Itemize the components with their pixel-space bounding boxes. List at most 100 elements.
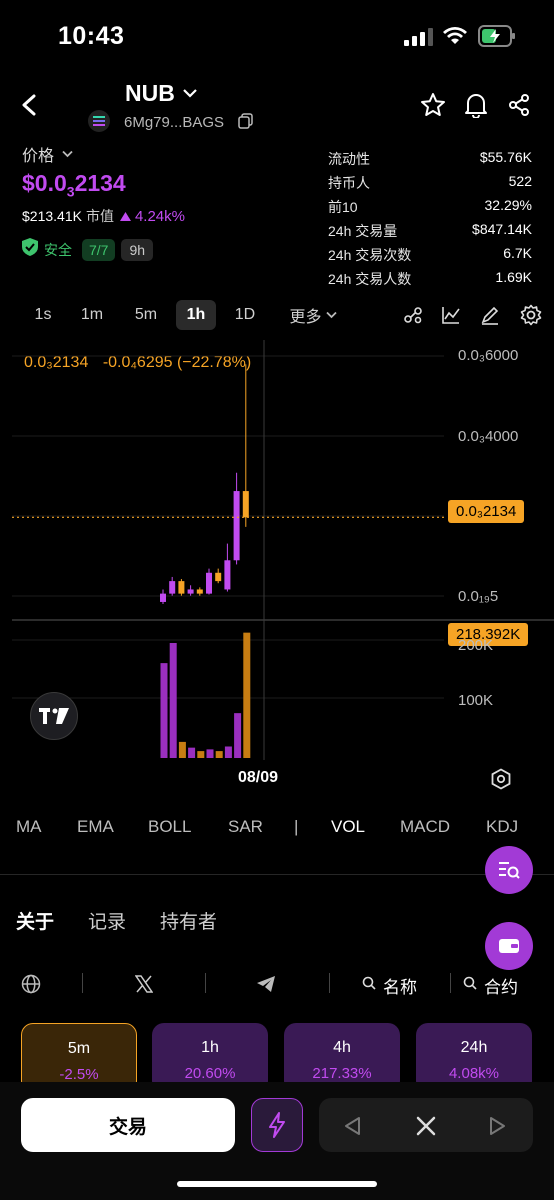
settings-gear-icon[interactable] <box>519 303 543 327</box>
timeframe-1m[interactable]: 1m <box>72 300 112 330</box>
stat-value: 522 <box>508 173 532 189</box>
volume-bar <box>215 751 223 758</box>
chain-icon <box>88 110 110 132</box>
candle-body <box>206 572 212 594</box>
copy-icon[interactable] <box>238 113 254 134</box>
search-name-label: 名称 <box>383 978 417 997</box>
volume-bar <box>178 741 186 758</box>
trade-button[interactable]: 交易 <box>21 1098 235 1152</box>
indicator-boll[interactable]: BOLL <box>148 817 191 837</box>
market-cap-label: 市值 <box>85 208 114 224</box>
x-axis-date: 08/09 <box>238 769 279 786</box>
next-icon[interactable] <box>484 1112 512 1140</box>
period-label: 5m <box>67 1040 91 1057</box>
safety-row[interactable]: 安全 7/7 9h <box>22 238 154 261</box>
candle-body <box>215 572 222 582</box>
timeframe-1s[interactable]: 1s <box>24 300 62 330</box>
timeframe-1d[interactable]: 1D <box>226 300 264 330</box>
timeframe-5m[interactable]: 5m <box>126 300 166 330</box>
volume-bar <box>224 746 232 758</box>
divider <box>205 973 206 993</box>
candle-body <box>196 589 203 594</box>
candle-body <box>160 593 166 602</box>
volume-bar <box>160 663 168 758</box>
volume-bar <box>197 751 205 758</box>
safety-score-badge: 7/7 <box>82 238 116 261</box>
token-address: 6Mg79...BAGS <box>124 114 225 131</box>
indicator-ema[interactable]: EMA <box>77 817 114 837</box>
bell-icon[interactable] <box>461 90 491 120</box>
timeframe-more[interactable]: 更多 <box>282 300 344 330</box>
prev-icon[interactable] <box>338 1112 366 1140</box>
share-icon[interactable] <box>504 90 534 120</box>
globe-icon[interactable] <box>20 973 42 995</box>
arrow-up-icon <box>119 208 131 224</box>
indicator-nodes-icon[interactable] <box>402 304 424 326</box>
period-change: 20.60% <box>184 1065 236 1082</box>
tab-holders[interactable]: 持有者 <box>160 907 217 934</box>
age-badge: 9h <box>121 238 154 261</box>
close-icon[interactable] <box>412 1112 440 1140</box>
stat-value: 32.29% <box>484 197 532 213</box>
volume-bar <box>206 749 214 758</box>
indicator-ma[interactable]: MA <box>16 817 42 837</box>
wifi-icon <box>442 26 468 51</box>
volume-bar <box>234 713 242 758</box>
stat-label: 持币人 <box>328 175 370 191</box>
search-name-button[interactable]: 名称 <box>362 973 417 998</box>
indicator-sar[interactable]: SAR <box>228 817 263 837</box>
indicator-macd[interactable]: MACD <box>400 817 450 837</box>
volume-tick-0: 200K <box>458 637 494 654</box>
stat-value: 1.69K <box>495 269 532 285</box>
safety-label: 安全 <box>44 241 72 258</box>
stat-value: $55.76K <box>479 149 532 165</box>
chevron-down-icon <box>62 145 73 163</box>
indicator-kdj[interactable]: KDJ <box>486 817 518 837</box>
trade-button-label: 交易 <box>108 1116 147 1138</box>
wallet-fab[interactable] <box>485 922 533 970</box>
candle-body <box>178 581 185 594</box>
x-twitter-icon[interactable] <box>133 973 155 995</box>
price-change: 4.24k% <box>134 207 185 225</box>
search-icon <box>362 976 376 995</box>
chevron-down-icon <box>183 85 197 103</box>
divider <box>82 973 83 993</box>
shield-icon <box>22 238 38 261</box>
candle-body <box>233 491 240 561</box>
stat-label: 流动性 <box>328 151 370 167</box>
indicator-vol[interactable]: VOL <box>331 817 365 837</box>
period-label: 24h <box>460 1039 488 1056</box>
period-change: 4.08k% <box>448 1065 500 1082</box>
market-cap-value: $213.41K <box>22 208 82 224</box>
tab-records[interactable]: 记录 <box>88 907 126 934</box>
divider <box>0 874 554 875</box>
chart-settings-icon[interactable] <box>489 767 513 791</box>
draw-pen-icon[interactable] <box>479 304 501 326</box>
candle-body <box>187 589 194 594</box>
timeframe-1h[interactable]: 1h <box>176 300 216 330</box>
quick-trade-button[interactable] <box>251 1098 303 1152</box>
search-contract-button[interactable]: 合约 <box>463 973 518 998</box>
candle-body <box>224 560 231 590</box>
search-list-fab[interactable] <box>485 846 533 894</box>
tab-about[interactable]: 关于 <box>16 907 54 934</box>
status-time: 10:43 <box>58 22 125 50</box>
candle-body <box>169 581 176 594</box>
tradingview-logo <box>30 692 78 740</box>
star-icon[interactable] <box>418 90 448 120</box>
telegram-icon[interactable] <box>255 973 277 995</box>
token-selector[interactable]: NUB <box>125 80 197 107</box>
divider <box>329 973 330 993</box>
y-axis-tick-1: 0.0₃4000 <box>458 428 519 445</box>
line-chart-icon[interactable] <box>440 304 462 326</box>
stat-value: $847.14K <box>472 221 532 237</box>
price-label-selector[interactable]: 价格 <box>22 142 73 166</box>
back-button[interactable] <box>14 90 44 120</box>
search-contract-label: 合约 <box>484 978 518 997</box>
stat-label: 24h 交易量 <box>328 223 398 239</box>
indicator-divider: | <box>294 817 299 836</box>
price-label: 价格 <box>22 148 55 165</box>
stat-value: 6.7K <box>503 245 532 261</box>
volume-bar <box>169 643 177 758</box>
lightning-icon <box>269 1112 285 1138</box>
